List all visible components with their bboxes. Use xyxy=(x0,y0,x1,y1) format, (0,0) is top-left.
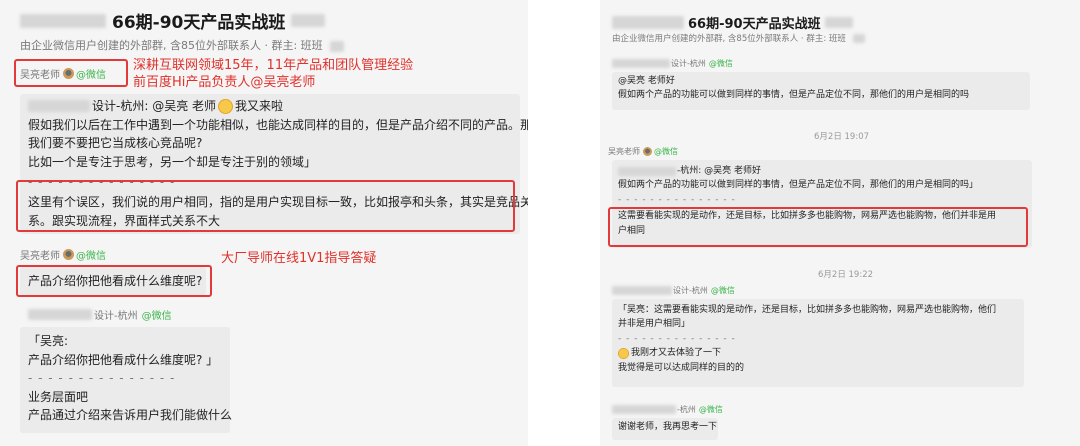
annotation-mentor: 大厂导师在线1V1指导答疑 xyxy=(221,251,377,266)
wechat-tag: @微信 xyxy=(710,286,735,295)
quote-line: 并非是用户相同」 xyxy=(618,319,691,330)
wechat-tag: @微信 xyxy=(141,311,172,322)
message-bubble[interactable]: 「吴亮: 产品介绍你把他看成什么维度呢? 」 - - - - - - - - -… xyxy=(20,327,233,433)
sender-student[interactable]: 设计-杭州 @微信 xyxy=(28,307,172,322)
quote-line: 假如两个产品的功能可以做到同样的事情，但是产品定位不同，那他们的用户是相同的吗」 xyxy=(618,180,979,191)
wechat-tag: @微信 xyxy=(76,251,106,262)
sender-teacher[interactable]: 吴亮老师 @微信 xyxy=(608,146,678,157)
quote-line: 我们要不要把它当成核心竞品呢? xyxy=(28,136,203,151)
blurred-sender xyxy=(28,100,90,113)
blurred-group-prefix xyxy=(612,16,684,29)
sender-student[interactable]: 设计-杭州 @微信 xyxy=(612,58,733,69)
avatar-icon xyxy=(63,249,74,260)
blurred-sender xyxy=(618,166,676,176)
message-text: 产品通过介绍来告诉用户我们能做什么 xyxy=(28,408,233,423)
sender-name: 设计-杭州 xyxy=(673,286,708,295)
quote-line: 假如我们以后在工作中遇到一个功能相似，也能达成同样的目的，但是产品介绍不同的产品… xyxy=(28,117,528,132)
group-title: 66期-90天产品实战班 xyxy=(688,17,821,32)
quote-line: 比如一个是专注于思考，另一个却是专注于别的领域」 xyxy=(28,154,317,169)
sender-student[interactable]: 设计-杭州 @微信 xyxy=(612,285,735,296)
quote-divider: - - - - - - - - - - - - - - - xyxy=(28,371,176,386)
quote-divider: - - - - - - - - - - - - - - - xyxy=(618,333,736,344)
quote-line: 「吴亮: xyxy=(28,334,69,348)
blurred-sender xyxy=(612,59,670,68)
wechat-tag: @微信 xyxy=(698,405,723,414)
blurred-sender xyxy=(28,309,92,320)
chat-panel-left: 66期-90天产品实战班 由企业微信用户创建的外部群, 含85位外部联系人 · … xyxy=(0,0,528,446)
highlight-box-teacher xyxy=(14,59,128,87)
highlight-box-question xyxy=(16,265,212,297)
blurred-group-suffix xyxy=(291,14,326,27)
group-subtitle: 由企业微信用户创建的外部群, 含85位外部联系人 · 群主: 班班 xyxy=(612,34,846,44)
avatar-icon xyxy=(643,147,652,156)
sender-name: 设计-杭州 xyxy=(94,311,138,322)
blurred-group-prefix xyxy=(20,13,106,28)
sender-student[interactable]: -杭州 @微信 xyxy=(612,404,723,415)
quote-tail: 我又来啦 xyxy=(235,99,284,113)
message-text: 业务层面吧 xyxy=(28,389,89,404)
quote-divider: - - - - - - - - - - - - - - - xyxy=(618,194,736,205)
blurred-sender xyxy=(612,286,672,295)
wechat-tag: @微信 xyxy=(708,59,733,68)
group-subtitle: 由企业微信用户创建的外部群, 含85位外部联系人 · 群主: 班班 xyxy=(20,39,323,52)
quote-line: 产品介绍你把他看成什么维度呢? 」 xyxy=(28,352,219,367)
chat-panel-right: 66期-90天产品实战班 由企业微信用户创建的外部群, 含85位外部联系人 · … xyxy=(600,0,1080,446)
sender-name: 吴亮老师 xyxy=(20,251,60,262)
group-title: 66期-90天产品实战班 xyxy=(112,13,286,33)
blurred-owner-name xyxy=(330,40,345,52)
quote-line: 「吴亮：这需要看能实现的是动作，还是目标，比如拼多多也能购物，网易严选也能购物，… xyxy=(618,305,997,315)
blurred-sender xyxy=(612,405,676,414)
message-text: @吴亮 老师好 xyxy=(618,76,675,86)
sender-teacher[interactable]: 吴亮老师 @微信 xyxy=(20,247,106,262)
emoji-icon xyxy=(618,347,629,359)
highlight-box-answer xyxy=(16,180,515,232)
timestamp: 6月2日 19:22 xyxy=(818,270,874,280)
blurred-group-suffix xyxy=(824,17,853,28)
sender-name: 设计-杭州 xyxy=(671,59,706,68)
message-text: 谢谢老师，我再思考一下 xyxy=(618,422,718,432)
annotation-teacher-intro-2: 前百度Hi产品负责人@吴亮老师 xyxy=(133,75,316,90)
message-bubble[interactable]: @吴亮 老师好 假如两个产品的功能可以做到同样的事情，但是产品定位不同，那他们的… xyxy=(612,72,1030,110)
sender-name: -杭州 xyxy=(677,405,696,414)
sender-name: 吴亮老师 xyxy=(608,147,640,156)
emoji-icon xyxy=(218,98,234,114)
wechat-tag: @微信 xyxy=(654,147,678,156)
timestamp: 6月2日 19:07 xyxy=(814,132,870,142)
message-text: 我觉得是可以达成同样的目的的 xyxy=(618,362,745,373)
message-bubble[interactable]: 「吴亮：这需要看能实现的是动作，还是目标，比如拼多多也能购物，网易严选也能购物，… xyxy=(612,299,1024,387)
message-text: 假如两个产品的功能可以做到同样的事情，但是产品定位不同，那他们的用户是相同的吗 xyxy=(618,89,970,100)
blurred-owner-name xyxy=(852,34,865,43)
quote-header: 设计-杭州: @吴亮 老师 xyxy=(92,99,217,113)
message-bubble[interactable]: 谢谢老师，我再思考一下 xyxy=(612,418,718,440)
quote-header: -杭州: @吴亮 老师好 xyxy=(677,166,762,176)
message-text: 我刚才又去体验了一下 xyxy=(631,348,722,359)
highlight-box-answer xyxy=(608,207,1028,247)
